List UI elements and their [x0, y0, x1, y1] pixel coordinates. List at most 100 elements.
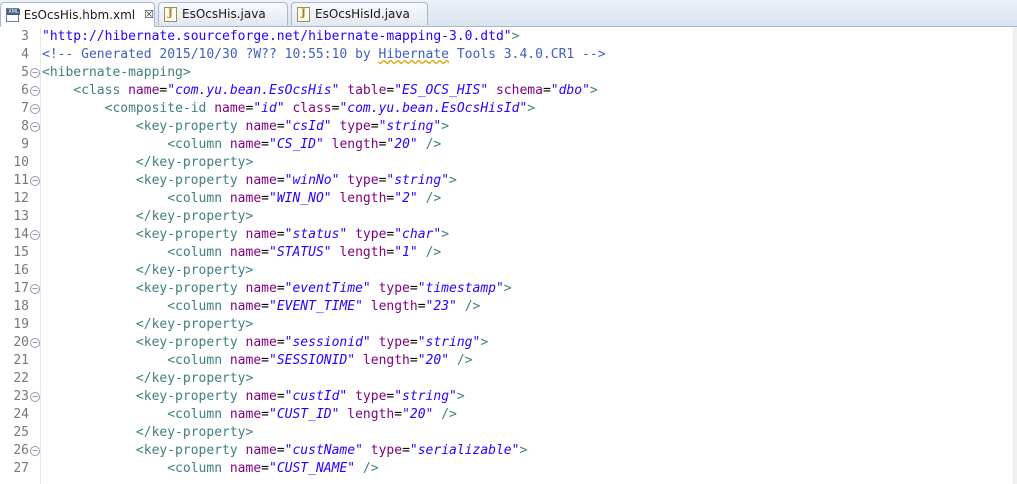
- xml-tag: <hibernate-mapping>: [42, 65, 191, 80]
- xml-tag: <key-property: [135, 389, 246, 404]
- code-text: <column name="STATUS" length="1" />: [42, 244, 441, 262]
- fold-toggle-icon[interactable]: −: [30, 230, 40, 240]
- code-text: <key-property name="custId" type="string…: [42, 388, 465, 406]
- code-line[interactable]: 23− <key-property name="custId" type="st…: [0, 388, 1017, 406]
- xml-punctuation: =: [261, 461, 269, 476]
- code-line[interactable]: 6− <class name = "com.yu.bean.EsOcsHis" ta…: [0, 82, 1017, 100]
- fold-toggle-icon[interactable]: −: [30, 176, 40, 186]
- xml-punctuation: [347, 389, 355, 404]
- xml-punctuation: =: [261, 137, 269, 152]
- line-number: 20: [13, 335, 29, 350]
- xml-punctuation: [371, 281, 379, 296]
- xml-attribute: name: [229, 461, 262, 476]
- fold-toggle-icon[interactable]: −: [30, 104, 40, 114]
- xml-punctuation: =: [276, 227, 285, 242]
- code-line[interactable]: 10 </key-property>: [0, 154, 1017, 172]
- java-file-icon: J: [164, 6, 177, 22]
- code-text: <key-property name="status" type="char">: [42, 226, 449, 244]
- xml-value: "string": [417, 335, 481, 350]
- xml-value: "custName": [284, 443, 363, 458]
- xml-attribute: name: [229, 353, 262, 368]
- xml-value: "winNo": [284, 173, 340, 188]
- code-line[interactable]: 8− <key-property name="csId" type="strin…: [0, 118, 1017, 136]
- code-line[interactable]: 24 <column name="CUST_ID" length="20" />: [0, 406, 1017, 424]
- xml-value: "20": [417, 353, 450, 368]
- tab-esocshis-hbm-xml[interactable]: XML EsOcsHis.hbm.xml ☒: [0, 2, 155, 27]
- code-line[interactable]: 26− <key-property name="custName" type="…: [0, 442, 1017, 460]
- code-text: <key-property name="sessionid" type="str…: [42, 334, 488, 352]
- xml-attribute: name: [245, 173, 277, 188]
- xml-punctuation: [418, 245, 426, 260]
- code-line[interactable]: 21 <column name="SESSIONID" length="20" …: [0, 352, 1017, 370]
- code-line[interactable]: 5− <hibernate-mapping>: [0, 64, 1017, 82]
- xml-tag: <key-property: [135, 443, 246, 458]
- tab-label: EsOcsHis.java: [182, 7, 266, 21]
- xml-value: "23": [425, 299, 457, 314]
- fold-toggle-icon[interactable]: −: [30, 122, 40, 132]
- line-number: 16: [13, 263, 29, 278]
- fold-toggle-icon[interactable]: −: [30, 86, 40, 96]
- tab-esocshisid-java[interactable]: J EsOcsHisId.java: [291, 2, 428, 25]
- code-line[interactable]: 18 <column name="EVENT_TIME" length="23"…: [0, 298, 1017, 316]
- code-line[interactable]: 9 <column name="CS_ID" length="20" />: [0, 136, 1017, 154]
- xml-value: "STATUS": [269, 245, 332, 260]
- code-line[interactable]: 19 </key-property>: [0, 316, 1017, 334]
- fold-toggle-icon[interactable]: −: [30, 392, 40, 402]
- xml-tag: >: [503, 281, 512, 296]
- xml-tag: <column: [167, 407, 230, 422]
- code-line[interactable]: 15 <column name="STATUS" length="1" />: [0, 244, 1017, 262]
- fold-toggle-icon[interactable]: −: [30, 284, 40, 294]
- xml-file-icon: XML: [6, 8, 20, 22]
- xml-punctuation: =: [370, 119, 379, 134]
- line-number: 24: [13, 407, 29, 422]
- tab-esocshis-java[interactable]: J EsOcsHis.java: [158, 2, 288, 25]
- code-line[interactable]: 17− <key-property name="eventTime" type=…: [0, 280, 1017, 298]
- code-line[interactable]: 14− <key-property name="status" type="ch…: [0, 226, 1017, 244]
- code-line[interactable]: 27 <column name="CUST_NAME" />: [0, 460, 1017, 478]
- xml-value: "string": [378, 119, 442, 134]
- code-text: <column name="EVENT_TIME" length="23" />: [42, 298, 480, 316]
- code-line[interactable]: 7− <composite-id name="id" class="com.yu…: [0, 100, 1017, 118]
- xml-editor[interactable]: 3 "http://hibernate.sourceforge.net/hiber…: [0, 27, 1017, 484]
- xml-tag: >: [519, 443, 528, 458]
- code-text: <class name = "com.yu.bean.EsOcsHis" table…: [42, 82, 597, 100]
- xml-value: "status": [284, 227, 348, 242]
- xml-tag: <column: [167, 299, 230, 314]
- fold-toggle-icon[interactable]: −: [30, 338, 40, 348]
- code-line[interactable]: 25 </key-property>: [0, 424, 1017, 442]
- code-line[interactable]: 13 </key-property>: [0, 208, 1017, 226]
- code-line[interactable]: 16 </key-property>: [0, 262, 1017, 280]
- xml-punctuation: =: [276, 389, 285, 404]
- xml-attribute: name: [214, 101, 246, 116]
- xml-tag: />: [441, 407, 457, 422]
- xml-tag: <column: [167, 191, 230, 206]
- xml-value: "char": [394, 227, 442, 242]
- code-line[interactable]: 20− <key-property name="sessionid" type=…: [0, 334, 1017, 352]
- code-line[interactable]: 4 <!-- Generated 2015/10/30 ?W?? 10:55:10…: [0, 46, 1017, 64]
- code-line[interactable]: 3 "http://hibernate.sourceforge.net/hiber…: [0, 28, 1017, 46]
- xml-tag: >: [449, 173, 457, 188]
- code-line[interactable]: 22 </key-property>: [0, 370, 1017, 388]
- code-line[interactable]: 12 <column name="WIN_NO" length="2" />: [0, 190, 1017, 208]
- line-number: 4: [21, 47, 29, 62]
- xml-value: "CUST_ID": [269, 407, 340, 422]
- xml-punctuation: [371, 335, 379, 350]
- close-icon[interactable]: ☒: [144, 9, 154, 21]
- xml-attribute: length: [339, 191, 387, 206]
- code-line[interactable]: 11− <key-property name="winNo" type="str…: [0, 172, 1017, 190]
- xml-tag: <column: [167, 245, 230, 260]
- xml-tag: <column: [167, 353, 230, 368]
- xml-tag: >: [441, 227, 450, 242]
- xml-attribute: length: [362, 353, 410, 368]
- vertical-scrollbar[interactable]: [1013, 27, 1017, 484]
- xml-punctuation: =: [409, 335, 418, 350]
- xml-value: "com.yu.bean.EsOcsHis": [167, 83, 340, 98]
- line-number: 18: [13, 299, 29, 314]
- fold-toggle-icon[interactable]: −: [30, 446, 40, 456]
- fold-toggle-icon[interactable]: −: [30, 68, 40, 78]
- xml-tag: />: [464, 299, 481, 314]
- line-number: 5: [21, 65, 29, 80]
- xml-tag: >: [527, 101, 536, 116]
